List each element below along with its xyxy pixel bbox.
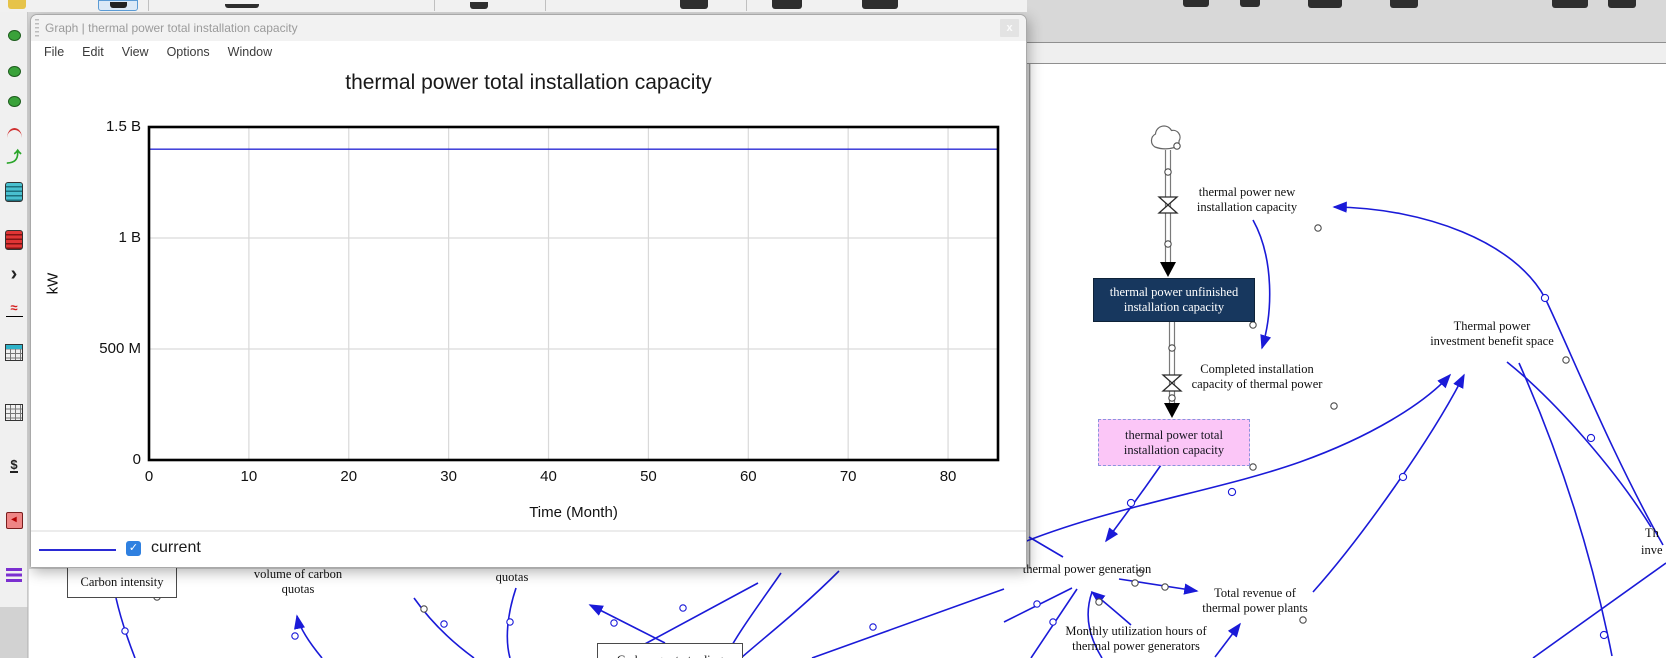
line-graph-icon[interactable]: ≈ (0, 301, 28, 317)
dollar-icon[interactable]: $ (0, 458, 28, 473)
y-tick-label: 0 (132, 451, 141, 468)
toolbar-fragment-icon (470, 2, 488, 9)
teal-document-icon[interactable] (0, 182, 28, 202)
x-tick-label: 40 (540, 468, 557, 485)
legend-series-label: current (151, 539, 201, 556)
y-tick-label: 1 B (118, 229, 141, 246)
toolbar-fragment-icon (1308, 0, 1342, 8)
red-arc-icon[interactable] (0, 128, 28, 138)
red-document-icon[interactable] (0, 230, 28, 250)
toolbar-fragment-icon (8, 0, 26, 9)
x-tick-label: 0 (144, 468, 154, 485)
menu-window[interactable]: Window (219, 45, 281, 59)
variable-volume-of-carbon-quotas[interactable]: volume of carbon quotas (248, 567, 348, 597)
graph-window[interactable]: Graph | thermal power total installation… (30, 14, 1027, 568)
menu-file[interactable]: File (35, 45, 73, 59)
status-green-circle-icon[interactable] (0, 30, 28, 41)
menu-view[interactable]: View (113, 45, 158, 59)
clipped-variable-fragment: inve (1641, 543, 1663, 557)
drag-grip-icon[interactable] (35, 19, 39, 39)
variable-carbon-quota-trading-box[interactable]: Carbon quota trading volume (597, 643, 743, 658)
legend-checkbox[interactable]: ✓ (126, 541, 141, 556)
graph-window-titlebar[interactable]: Graph | thermal power total installation… (31, 15, 1026, 42)
menu-edit[interactable]: Edit (73, 45, 113, 59)
app-secondary-bar (1027, 42, 1666, 64)
variable-total-revenue[interactable]: Total revenue of thermal power plants (1180, 586, 1330, 616)
variable-monthly-utilization-hours[interactable]: Monthly utilization hours of thermal pow… (1045, 624, 1227, 654)
plot (147, 125, 1000, 462)
variable-new-installation-capacity[interactable]: thermal power new installation capacity (1168, 185, 1326, 215)
toolbar-empty-area (0, 607, 28, 658)
clipped-variable-fragment: Th (1645, 526, 1659, 540)
table-teal-icon[interactable] (0, 344, 28, 361)
toolbar-fragment-icon (1183, 0, 1209, 7)
toolbar-fragment-icon (772, 0, 802, 9)
stock-total-installation-capacity-selected[interactable]: thermal power total installation capacit… (1098, 419, 1250, 466)
x-tick-label: 70 (839, 468, 857, 485)
x-tick-label: 30 (440, 468, 457, 485)
table-icon[interactable] (0, 404, 28, 421)
menu-options[interactable]: Options (158, 45, 219, 59)
chart-area: thermal power total installation capacit… (31, 63, 1026, 534)
app-top-toolbar-clipped (0, 0, 1027, 12)
note-arrow-icon[interactable]: ◂ (0, 512, 28, 529)
purple-bars-icon[interactable] (0, 568, 28, 582)
x-tick-label: 10 (240, 468, 258, 485)
toolbar-fragment-icon (1608, 0, 1636, 8)
toolbar-fragment-icon (862, 0, 898, 9)
variable-carbon-intensity-box[interactable]: Carbon intensity (67, 566, 177, 598)
x-axis-label: Time (Month) (529, 504, 618, 521)
legend-row: ✓ current (31, 530, 1026, 567)
toolbar-fragment-icon (680, 0, 708, 9)
toolbar-separator (545, 0, 546, 11)
toolbar-fragment-icon (1390, 0, 1418, 8)
variable-quotas[interactable]: quotas (482, 570, 542, 585)
x-tick-label: 80 (939, 468, 957, 485)
y-tick-label: 1.5 B (105, 118, 141, 135)
application-window: { "app": { "top_toolbar_note": "clipped … (0, 0, 1666, 658)
variable-investment-benefit-space[interactable]: Thermal power investment benefit space (1412, 319, 1572, 349)
toolbar-fragment-icon (1552, 0, 1588, 8)
legend-line-swatch (39, 549, 116, 551)
toolbar-fragment-icon (110, 2, 127, 8)
output-toolbar: ⤴ › ≈ $ ◂ (0, 12, 28, 607)
y-tick-label: 500 M (99, 340, 141, 357)
x-tick-label: 50 (640, 468, 657, 485)
toolbar-separator (148, 0, 149, 11)
toolbar-fragment-icon (225, 4, 259, 8)
x-tick-label: 20 (340, 468, 358, 485)
graph-window-menubar: File Edit View Options Window (31, 41, 1026, 63)
chevron-right-icon[interactable]: › (0, 264, 28, 284)
status-green-circle-icon[interactable] (0, 96, 28, 107)
close-icon[interactable]: x (1000, 19, 1019, 37)
y-axis-label: kW (44, 272, 62, 295)
variable-thermal-power-generation[interactable]: thermal power generation (1008, 562, 1166, 577)
green-up-arrow-icon[interactable]: ⤴ (0, 150, 28, 165)
toolbar-separator (746, 0, 747, 11)
x-tick-label: 60 (739, 468, 757, 485)
canvas-border (1029, 64, 1030, 569)
toolbar-separator (434, 0, 435, 11)
toolbar-fragment-icon (1240, 0, 1260, 7)
graph-window-title: Graph | thermal power total installation… (45, 21, 298, 35)
variable-completed-installation-capacity[interactable]: Completed installation capacity of therm… (1178, 362, 1336, 392)
status-green-circle-icon[interactable] (0, 66, 28, 77)
stock-unfinished-installation-capacity[interactable]: thermal power unfinished installation ca… (1093, 278, 1255, 322)
